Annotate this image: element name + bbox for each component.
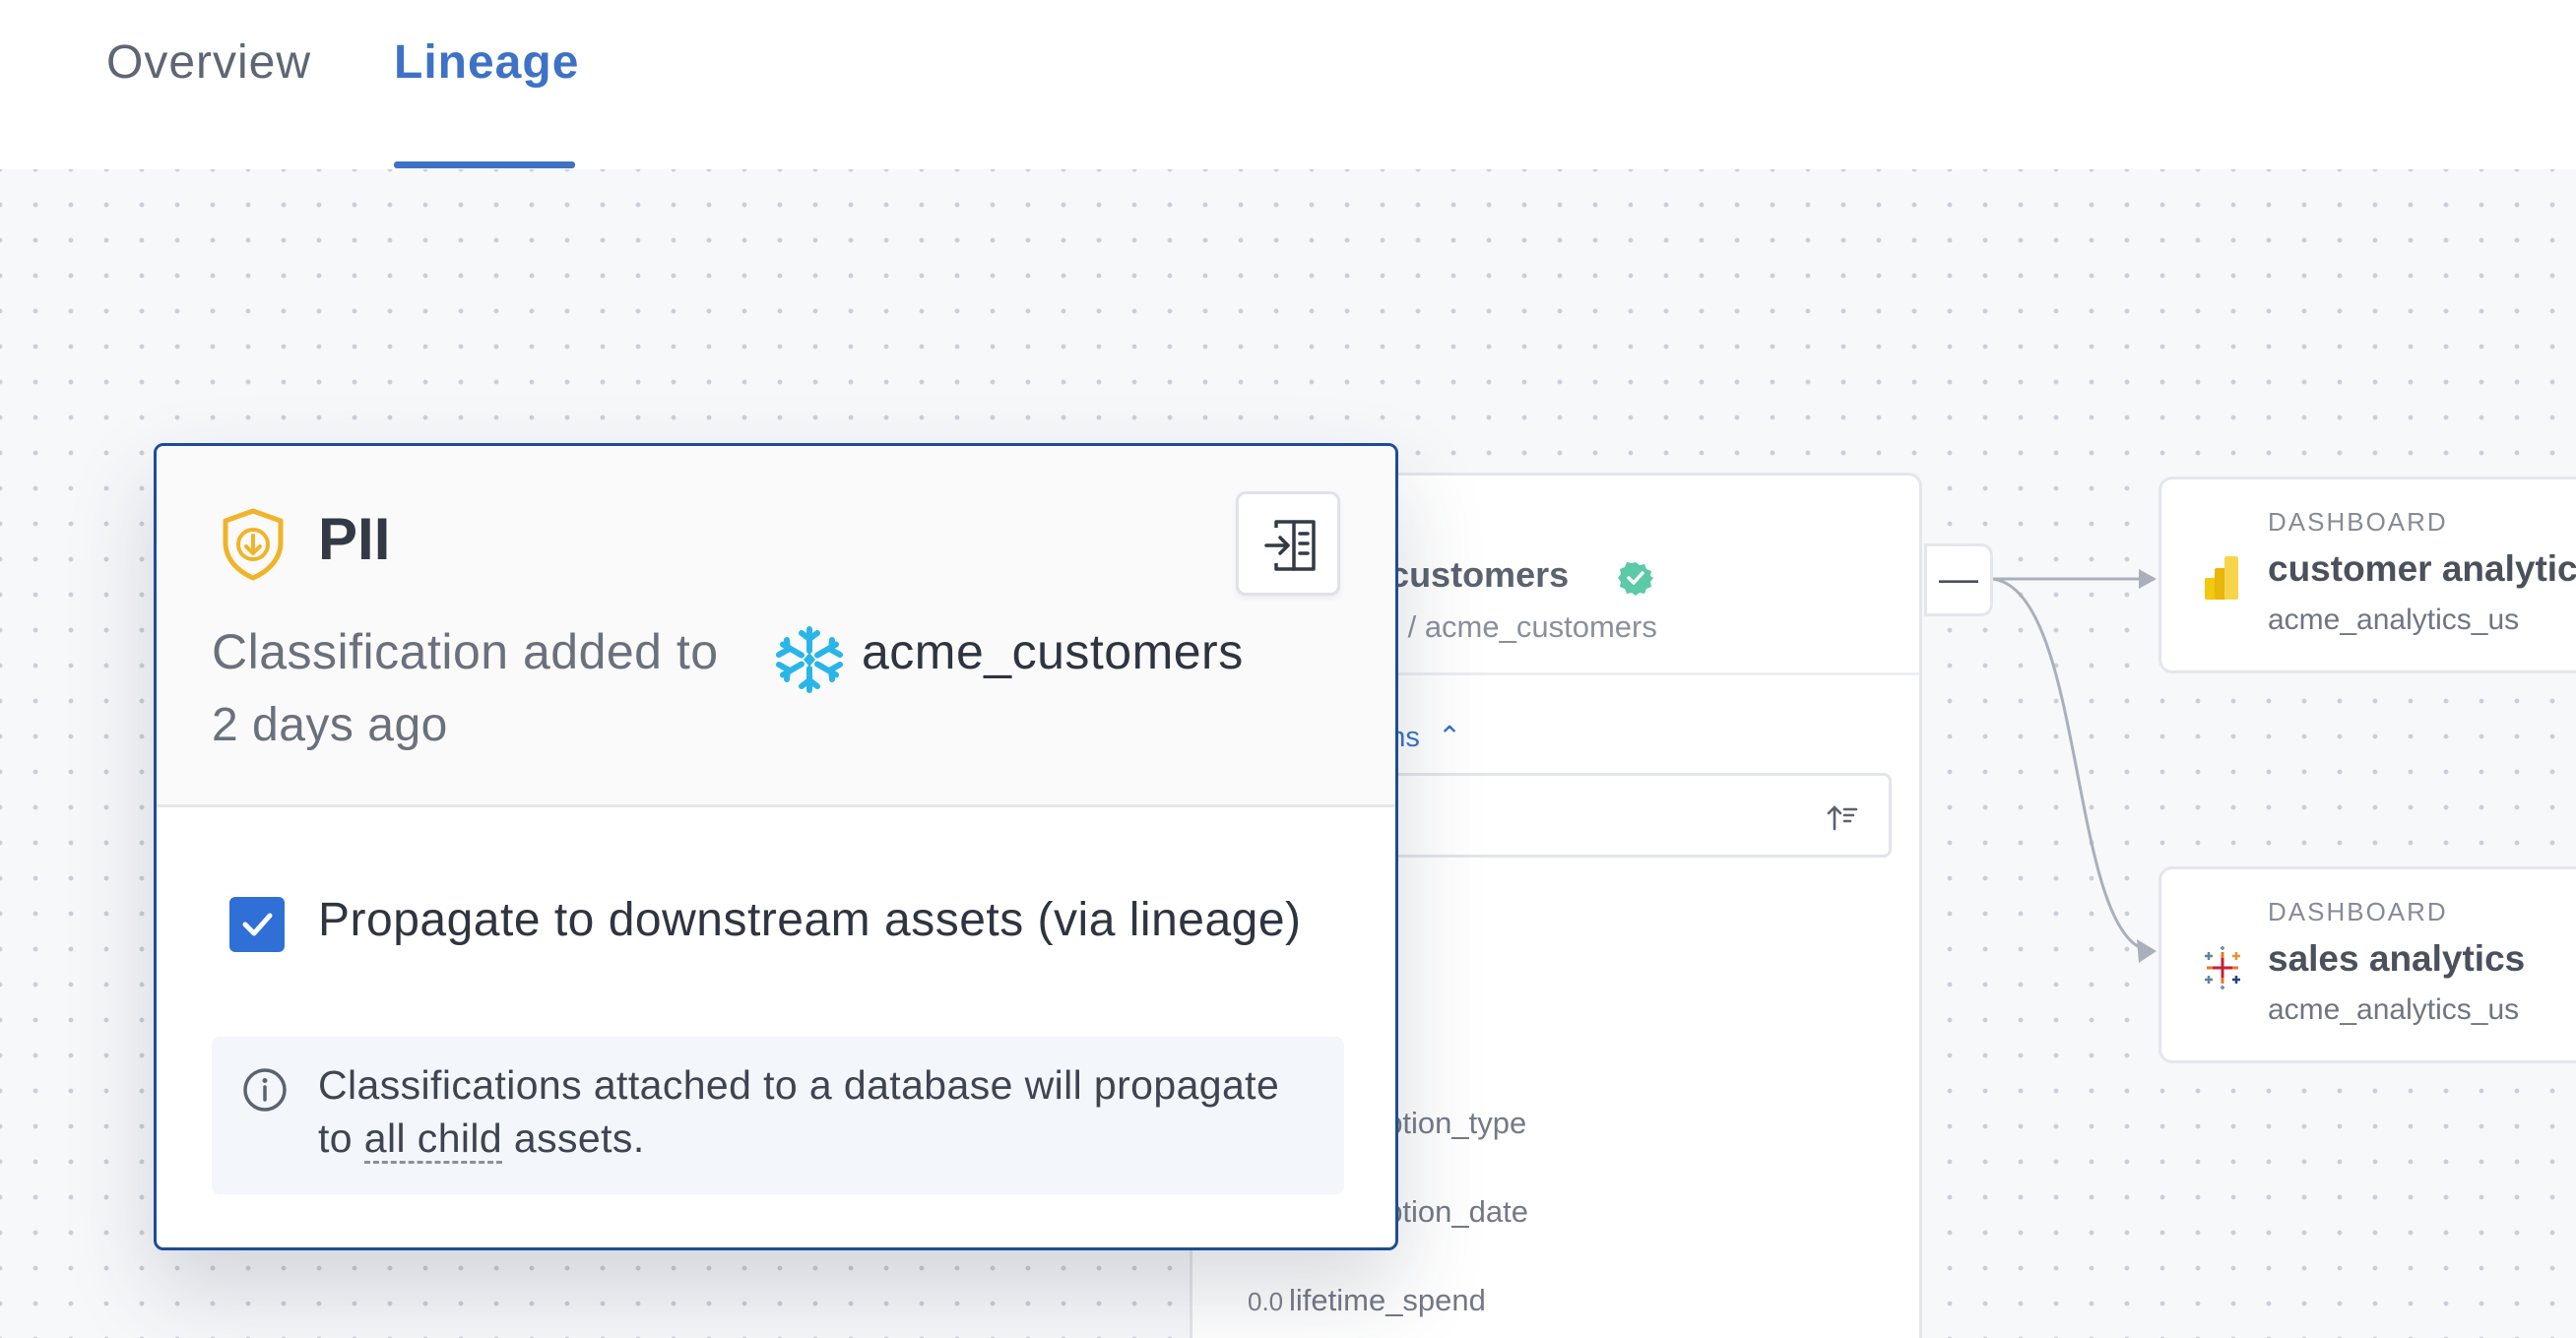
tab-overview[interactable]: Overview <box>106 35 311 90</box>
info-banner: Classifications attached to a database w… <box>212 1037 1344 1194</box>
powerbi-icon <box>2205 556 2238 600</box>
tableau-icon <box>2205 946 2240 989</box>
dashboard-name: customer analytic <box>2268 548 2576 589</box>
dashboard-name: sales analytics <box>2268 938 2526 979</box>
propagate-checkbox-label[interactable]: Propagate to downstream assets (via line… <box>318 893 1302 947</box>
tab-bar: Overview Lineage <box>0 0 2576 169</box>
number-type-icon: 0.0 <box>1248 1287 1284 1316</box>
shield-icon <box>223 508 284 581</box>
info-text-pre: to <box>318 1115 364 1161</box>
info-icon <box>243 1068 287 1112</box>
edge-arrow-2 <box>2137 939 2157 963</box>
info-text-post: assets. <box>502 1115 645 1161</box>
column-search-input[interactable] <box>1350 773 1892 858</box>
classification-description: Classification added to <box>212 624 719 679</box>
edge-arrow-1 <box>2139 569 2157 589</box>
column-row[interactable]: 0.0 lifetime_spend <box>1248 1283 1486 1330</box>
dashboard-type-label: DASHBOARD <box>2268 897 2448 926</box>
panel-collapse-icon <box>1264 520 1316 571</box>
chevron-up-icon: ⌃ <box>1437 722 1462 753</box>
child-assets-tooltip-trigger[interactable]: all child <box>363 1115 503 1164</box>
tab-lineage[interactable]: Lineage <box>394 35 579 90</box>
dashboard-source: acme_analytics_us <box>2268 604 2520 636</box>
edge-to-sales-analytics <box>1992 577 2154 953</box>
popover-header: PII Classification added to acme_custome… <box>157 446 1395 807</box>
dashboard-node-sales-analytics[interactable]: DASHBOARD sales analytics acme_analytics… <box>2158 866 2576 1063</box>
classification-title: PII <box>318 506 391 572</box>
lineage-canvas[interactable]: e_customers _us / acme_customers umns⌃ e… <box>0 169 2576 1338</box>
dashboard-node-customer-analytics[interactable]: DASHBOARD customer analytic acme_analyti… <box>2158 477 2576 673</box>
column-name: lifetime_spend <box>1289 1283 1486 1317</box>
collapse-downstream-button[interactable]: — <box>1924 543 1993 616</box>
asset-name-link[interactable]: acme_customers <box>862 623 1244 680</box>
active-tab-indicator <box>394 161 575 168</box>
propagate-checkbox[interactable] <box>229 897 285 952</box>
info-text: Classifications attached to a database w… <box>318 1058 1322 1165</box>
verified-icon <box>1618 562 1653 596</box>
classification-timestamp: 2 days ago <box>212 699 448 751</box>
info-text-line-1: Classifications attached to a database w… <box>318 1062 1280 1108</box>
sort-icon[interactable] <box>1826 801 1859 835</box>
classification-popover: PII Classification added to acme_custome… <box>154 443 1398 1250</box>
snowflake-icon <box>776 626 843 693</box>
open-sidebar-button[interactable] <box>1236 491 1340 596</box>
dashboard-source: acme_analytics_us <box>2268 993 2520 1026</box>
dashboard-type-label: DASHBOARD <box>2268 507 2448 537</box>
check-icon <box>242 913 273 936</box>
